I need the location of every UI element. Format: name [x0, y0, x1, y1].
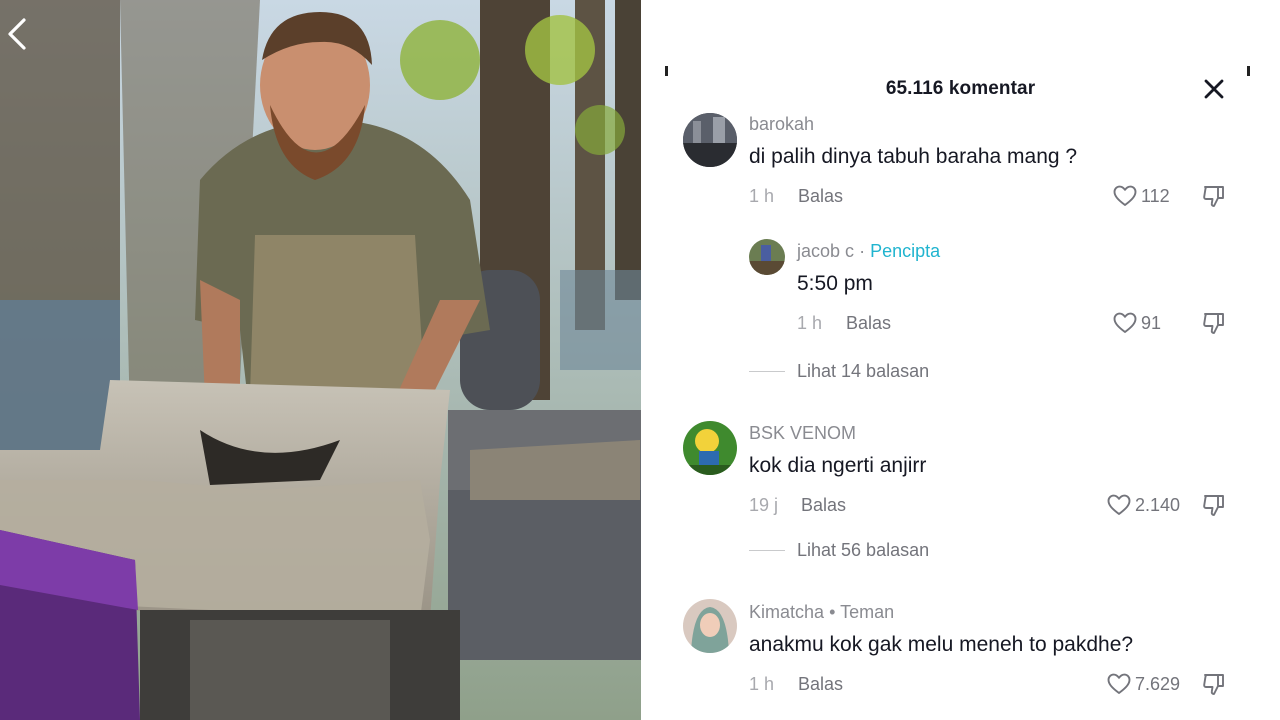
avatar-image — [683, 421, 737, 475]
view-replies-button[interactable]: Lihat 56 balasan — [749, 540, 929, 561]
comment-username[interactable]: Kimatcha • Teman — [749, 602, 894, 623]
reply-button[interactable]: Balas — [801, 495, 846, 516]
divider — [749, 371, 785, 372]
username-separator: · — [859, 241, 866, 261]
comment-text: kok dia ngerti anjirr — [749, 454, 927, 477]
comment-text: di palih dinya tabuh baraha mang ? — [749, 145, 1078, 168]
dislike-button[interactable] — [1201, 671, 1227, 697]
dislike-button[interactable] — [1201, 183, 1227, 209]
avatar-image — [683, 599, 737, 653]
dislike-button[interactable] — [1201, 492, 1227, 518]
thumbs-down-icon — [1203, 495, 1224, 516]
thumbs-down-icon — [1203, 313, 1224, 334]
comment-username[interactable]: BSK VENOM — [749, 423, 856, 444]
heart-outline-icon — [1107, 673, 1131, 694]
like-count: 7.629 — [1135, 673, 1181, 694]
comments-panel: 65.116 komentar barokah di palih dinya t… — [641, 0, 1280, 720]
back-button[interactable] — [4, 16, 32, 52]
comment-time: 1 h — [749, 186, 775, 206]
like-count: 91 — [1141, 312, 1162, 333]
video-scene — [0, 0, 641, 720]
panel-corner-right — [1247, 66, 1250, 76]
view-replies-label: Lihat 14 balasan — [797, 361, 930, 381]
reply-username-name: jacob c — [797, 241, 855, 261]
divider — [749, 550, 785, 551]
reply-button[interactable]: Balas — [798, 186, 843, 207]
like-button[interactable]: 112 — [1113, 184, 1170, 208]
comment-username[interactable]: barokah — [749, 114, 814, 135]
reply-username[interactable]: jacob c · Pencipta — [797, 241, 940, 262]
avatar-image — [683, 113, 737, 167]
view-replies-label: Lihat 56 balasan — [797, 540, 930, 560]
heart-outline-icon — [1107, 494, 1131, 515]
dislike-button[interactable] — [1201, 310, 1227, 336]
like-button[interactable]: 7.629 — [1107, 672, 1180, 696]
comment-text: anakmu kok gak melu meneh to pakdhe? — [749, 633, 1134, 656]
avatar[interactable] — [683, 599, 737, 653]
view-replies-button[interactable]: Lihat 14 balasan — [749, 361, 929, 382]
heart-outline-icon — [1113, 185, 1137, 206]
reply-button[interactable]: Balas — [846, 313, 891, 334]
panel-corner-left — [665, 66, 668, 76]
avatar[interactable] — [683, 421, 737, 475]
reply-time: 1 h — [797, 313, 823, 333]
avatar[interactable] — [749, 239, 785, 275]
chevron-left-icon — [8, 18, 26, 50]
comment-time: 19 j — [749, 495, 779, 515]
thumbs-down-icon — [1203, 674, 1224, 695]
creator-badge: Pencipta — [870, 241, 941, 261]
close-button[interactable] — [1201, 76, 1227, 102]
reply-button[interactable]: Balas — [798, 674, 843, 695]
thumbs-down-icon — [1203, 186, 1224, 207]
like-button[interactable]: 2.140 — [1107, 493, 1180, 517]
avatar[interactable] — [683, 113, 737, 167]
reply-text: 5:50 pm — [797, 272, 873, 295]
video-frame[interactable] — [0, 0, 641, 720]
like-count: 2.140 — [1135, 494, 1181, 515]
like-button[interactable]: 91 — [1113, 311, 1161, 335]
avatar-image — [749, 239, 785, 275]
close-icon — [1204, 79, 1224, 99]
username-separator: • — [829, 602, 836, 622]
like-count: 112 — [1141, 185, 1170, 206]
comment-username-name: Kimatcha — [749, 602, 825, 622]
friend-badge: Teman — [840, 602, 895, 622]
comment-time: 1 h — [749, 674, 775, 694]
heart-outline-icon — [1113, 312, 1137, 333]
comment-count-title: 65.116 komentar — [885, 78, 1036, 99]
